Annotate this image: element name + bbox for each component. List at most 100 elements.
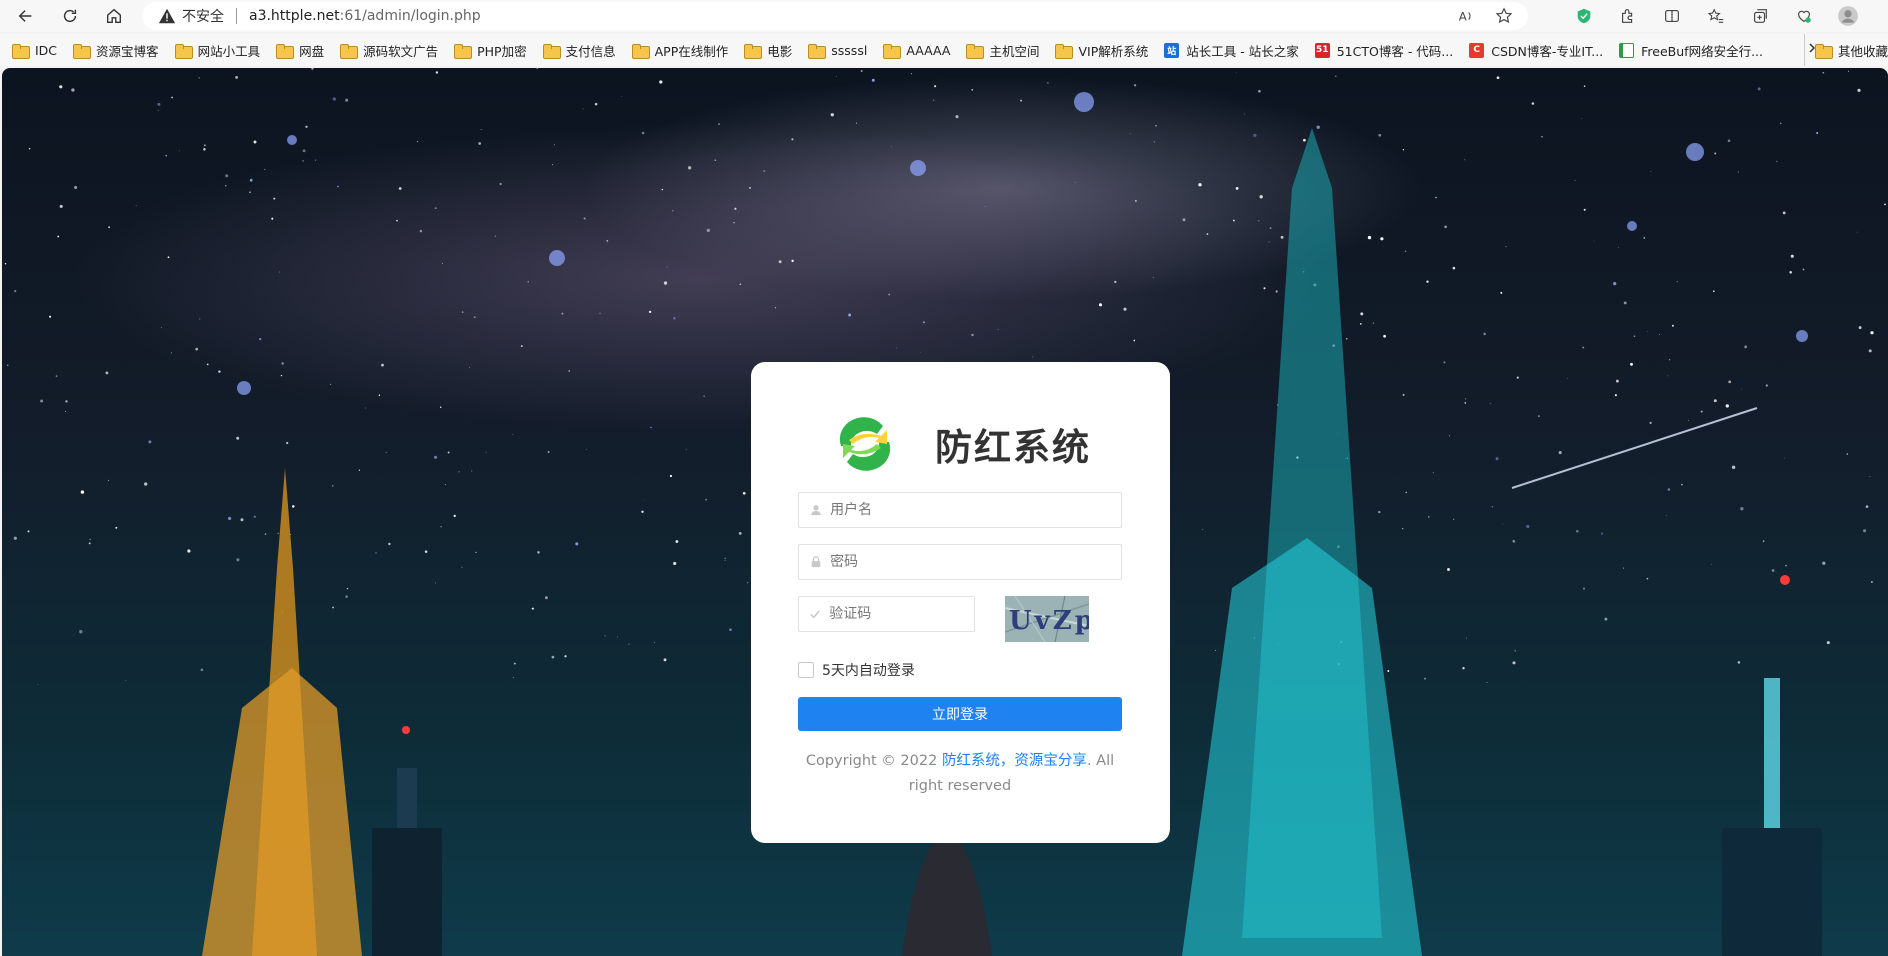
csdn-favicon-icon: C (1469, 42, 1485, 58)
reload-icon (63, 9, 77, 23)
read-aloud-icon[interactable]: A (1456, 6, 1476, 26)
extension-bar (1572, 4, 1860, 28)
home-button[interactable] (94, 0, 134, 32)
bookmark-label: PHP加密 (477, 43, 527, 59)
freebuf-favicon-icon (1619, 42, 1635, 58)
other-bookmarks[interactable]: 其他收藏 (1803, 34, 1888, 66)
bookmark-label: sssssl (831, 42, 868, 58)
bookmark-label: IDC (35, 42, 58, 58)
remember-me[interactable]: 5天内自动登录 (798, 660, 915, 680)
folder-icon (808, 43, 827, 59)
bookmark-item[interactable]: 资源宝博客 (73, 41, 159, 60)
password-input[interactable] (830, 554, 1121, 570)
bookmark-item[interactable]: 主机空间 (966, 41, 1039, 60)
other-bookmarks-label: 其他收藏 (1837, 43, 1888, 59)
address-bar[interactable]: 不安全 a3.httple.net:61/admin/login.php A (142, 2, 1528, 30)
bookmark-item[interactable]: PHP加密 (454, 41, 527, 60)
copyright-prefix: Copyright © 2022 (805, 753, 942, 769)
folder-icon (883, 43, 902, 59)
collections-icon[interactable] (1748, 4, 1772, 28)
bookmark-label: 支付信息 (565, 43, 616, 59)
bookmarks-bar: IDC 资源宝博客 网站小工具 网盘 源码软文广告 PHP加密 支付信息 APP在线制作 电影 s… (0, 34, 1888, 66)
page-background: 防红系统 UvZp 5天内自动登录 (2, 68, 1888, 956)
bookmark-label: 网盘 (299, 43, 325, 59)
bookmark-item[interactable]: 源码软文广告 (340, 41, 438, 60)
folder-icon (631, 43, 650, 59)
bookmark-label: CSDN博客-专业IT... (1491, 43, 1604, 59)
copyright-link[interactable]: 防红系统，资源宝分享 (942, 753, 1087, 769)
bookmark-label: AAAAA (906, 42, 951, 58)
split-screen-icon[interactable] (1660, 4, 1684, 28)
bookmark-label: 站长工具 - 站长之家 (1186, 43, 1299, 59)
bookmark-label: 51CTO博客 - 代码... (1336, 43, 1454, 59)
bookmark-item[interactable]: AAAAA (883, 42, 951, 59)
folder-icon (12, 43, 30, 59)
url-text: a3.httple.net:61/admin/login.php (249, 8, 481, 24)
warning-icon (158, 8, 176, 24)
captcha-text: UvZp (1009, 606, 1089, 636)
bookmark-item[interactable]: 51 51CTO博客 - 代码... (1314, 41, 1454, 60)
bookmark-item[interactable]: 电影 (744, 41, 792, 60)
chinaz-favicon-icon: 站 (1164, 42, 1180, 58)
extensions-puzzle-icon[interactable] (1616, 4, 1640, 28)
bookmark-item[interactable]: 支付信息 (542, 41, 616, 60)
copyright: Copyright © 2022 防红系统，资源宝分享. All right r… (798, 749, 1122, 799)
url-host: a3.httple.net (249, 8, 340, 24)
folder-icon (276, 43, 295, 59)
brand-title: 防红系统 (935, 426, 1091, 469)
51cto-favicon-icon: 51 (1314, 42, 1330, 58)
insecure-label: 不安全 (182, 9, 224, 25)
username-input[interactable] (830, 502, 1121, 518)
bookmark-item[interactable]: APP在线制作 (631, 41, 729, 60)
back-arrow-icon (18, 10, 32, 22)
login-button[interactable]: 立即登录 (798, 697, 1122, 731)
lock-icon (809, 555, 822, 569)
url-path: :61/admin/login.php (339, 8, 481, 24)
user-icon (809, 503, 822, 517)
bookmark-label: FreeBuf网络安全行... (1641, 43, 1764, 59)
bookmark-label: APP在线制作 (654, 43, 729, 59)
shield-extension-icon[interactable] (1572, 4, 1596, 28)
back-button[interactable] (6, 0, 46, 32)
folder-icon (966, 43, 985, 59)
brand-header: 防红系统 (833, 416, 1091, 472)
captcha-image[interactable]: UvZp (1005, 596, 1089, 642)
folder-icon (340, 43, 359, 59)
browser-essentials-icon[interactable] (1792, 4, 1816, 28)
folder-icon (454, 43, 473, 59)
browser-toolbar: 不安全 a3.httple.net:61/admin/login.php A (0, 0, 1888, 32)
captcha-input[interactable] (829, 606, 974, 622)
remember-checkbox[interactable] (798, 662, 814, 678)
username-field[interactable] (798, 492, 1122, 528)
folder-icon (744, 43, 763, 59)
bookmark-item[interactable]: FreeBuf网络安全行... (1619, 41, 1763, 60)
bookmark-label: 资源宝博客 (96, 43, 159, 59)
bookmark-item[interactable]: IDC (12, 42, 58, 59)
check-icon (809, 607, 821, 621)
bookmark-item[interactable]: C CSDN博客-专业IT... (1469, 41, 1603, 60)
bookmark-label: 主机空间 (989, 43, 1040, 59)
folder-icon (1814, 43, 1833, 59)
bookmark-item[interactable]: 站站长工具 - 站长之家 (1164, 41, 1299, 60)
bookmark-item[interactable]: 网站小工具 (174, 41, 261, 60)
bookmark-label: 网站小工具 (197, 43, 261, 59)
folder-icon (542, 43, 561, 59)
bookmark-item[interactable]: sssssl (808, 42, 868, 59)
folder-icon (73, 43, 92, 59)
reload-button[interactable] (50, 0, 90, 32)
folder-icon (1055, 43, 1074, 59)
favorite-star-icon[interactable] (1494, 6, 1514, 26)
favorites-list-icon[interactable] (1704, 4, 1728, 28)
svg-text:A: A (1459, 10, 1467, 24)
profile-avatar-icon[interactable] (1836, 4, 1860, 28)
password-field[interactable] (798, 544, 1122, 580)
bookmark-label: 源码软文广告 (363, 43, 439, 59)
folder-icon (174, 43, 193, 59)
bookmark-item[interactable]: VIP解析系统 (1055, 41, 1148, 60)
bookmark-label: 电影 (767, 43, 793, 59)
bookmark-item[interactable]: 网盘 (276, 41, 324, 60)
remember-label: 5天内自动登录 (822, 663, 915, 679)
captcha-field[interactable] (798, 596, 975, 632)
home-icon (107, 8, 121, 23)
logo-icon (839, 417, 891, 471)
